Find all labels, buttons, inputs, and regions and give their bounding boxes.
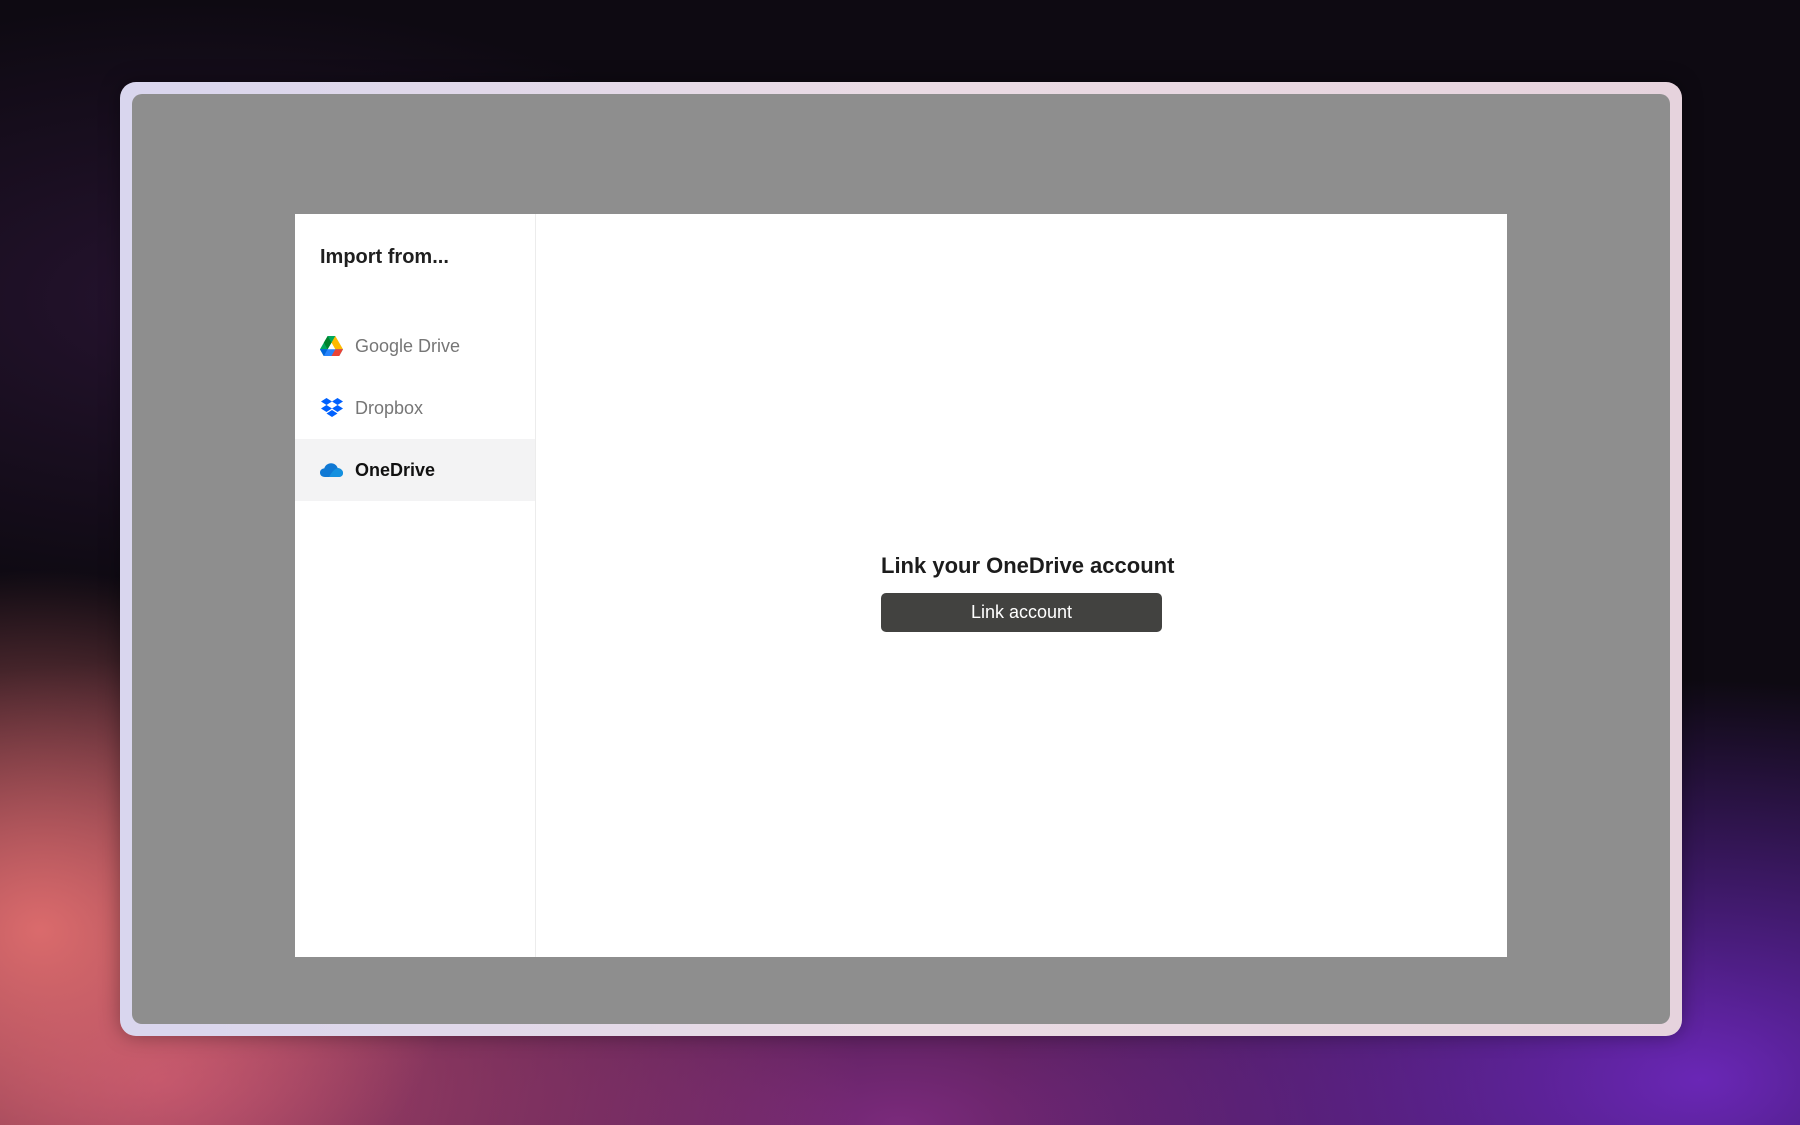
google-drive-icon	[320, 335, 343, 358]
import-source-sidebar: Import from... Google Drive Dropbox OneD…	[295, 214, 536, 957]
sidebar-item-label: Google Drive	[355, 335, 461, 356]
sidebar-item-onedrive[interactable]: OneDrive	[295, 439, 535, 501]
sidebar-item-label: OneDrive	[355, 459, 436, 480]
import-main-panel: Link your OneDrive account Link account	[536, 214, 1507, 957]
sidebar-item-label: Dropbox	[355, 397, 424, 418]
link-account-button[interactable]: Link account	[881, 593, 1162, 632]
window-frame: Import from... Google Drive Dropbox OneD…	[120, 82, 1682, 1036]
sidebar-item-google-drive[interactable]: Google Drive	[295, 315, 535, 377]
sidebar-item-dropbox[interactable]: Dropbox	[295, 377, 535, 439]
import-source-list: Google Drive Dropbox OneDrive	[295, 315, 535, 501]
onedrive-icon	[320, 459, 343, 482]
sidebar-title: Import from...	[320, 246, 449, 268]
modal-overlay[interactable]: Import from... Google Drive Dropbox OneD…	[132, 94, 1670, 1024]
import-dialog: Import from... Google Drive Dropbox OneD…	[295, 214, 1507, 957]
link-account-heading: Link your OneDrive account	[881, 553, 1175, 578]
link-account-panel: Link your OneDrive account Link account	[881, 553, 1175, 632]
dropbox-icon	[320, 397, 343, 420]
